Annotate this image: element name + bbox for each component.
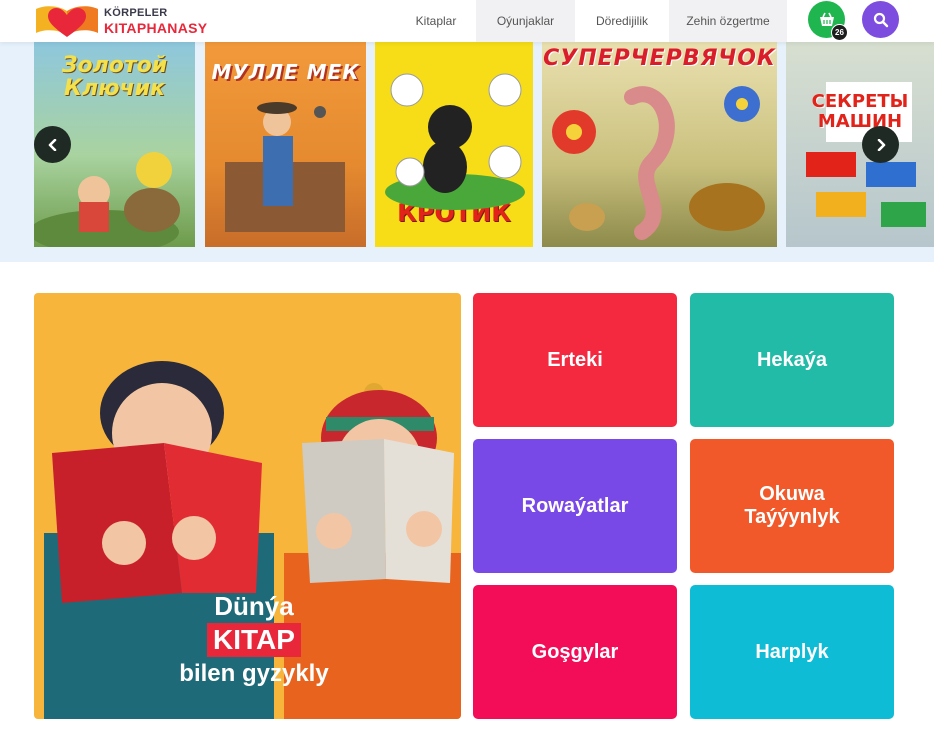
hero-banner[interactable]: Dünýa KITAP bilen gyzykly [34, 293, 461, 719]
cart-button[interactable]: 26 [808, 1, 848, 41]
nav-item-kitaplar[interactable]: Kitaplar [396, 0, 476, 42]
nav-item-doredijilik[interactable]: Döredijilik [575, 0, 669, 42]
hero-caption: Dünýa KITAP bilen gyzykly [174, 591, 334, 689]
hero-caption-highlight: KITAP [207, 623, 301, 657]
main-nav: Kitaplar Oýunjaklar Döredijilik Zehin öz… [396, 0, 787, 42]
basket-icon [819, 12, 834, 26]
category-tile-hekaya[interactable]: Hekaýa [690, 293, 894, 427]
hero-caption-line1: Dünýa [214, 591, 294, 621]
category-tile-gosgylar[interactable]: Goşgylar [473, 585, 677, 719]
carousel-prev-button[interactable] [34, 126, 71, 163]
book-cover[interactable]: МУЛЛЕ МЕК [205, 42, 366, 247]
book-cover[interactable]: СУПЕРЧЕРВЯЧОК [542, 42, 777, 247]
category-tile-harplyk[interactable]: Harplyk [690, 585, 894, 719]
site-logo[interactable]: KÖRPELER KITAPHANASY [34, 2, 207, 40]
search-button[interactable] [862, 1, 899, 38]
category-tile-rowayatlar[interactable]: Rowaýatlar [473, 439, 677, 573]
hero-caption-line3: bilen gyzykly [179, 660, 329, 687]
nav-item-oyunjaklar[interactable]: Oýunjaklar [476, 0, 575, 42]
search-icon [873, 12, 888, 27]
logo-text-top: KÖRPELER [104, 6, 168, 19]
category-tile-erteki[interactable]: Erteki [473, 293, 677, 427]
book-title: СЕКРЕТЫ МАШИН [811, 91, 909, 132]
book-carousel: Золотой Ключик МУЛЛЕ МЕК КРОТИК СУПЕРЧЕР… [0, 42, 934, 262]
category-tile-okuwa-tayynlyk[interactable]: Okuwa Taýýynlyk [690, 439, 894, 573]
cart-count-badge: 26 [831, 24, 848, 41]
book-illustration [552, 86, 765, 240]
carousel-next-button[interactable] [862, 126, 899, 163]
open-book-heart-icon [34, 3, 100, 39]
book-illustration [806, 82, 926, 227]
book-illustration [385, 73, 525, 210]
logo-text-bottom: KITAPHANASY [104, 19, 208, 36]
chevron-left-icon [48, 138, 56, 151]
nav-item-zehin-ozgertme[interactable]: Zehin özgertme [669, 0, 787, 42]
chevron-right-icon [877, 138, 885, 151]
book-cover[interactable]: КРОТИК [375, 42, 533, 247]
book-illustration [225, 102, 345, 232]
site-header: KÖRPELER KITAPHANASY Kitaplar Oýunjaklar… [0, 0, 934, 42]
book-cover[interactable]: СЕКРЕТЫ МАШИН [786, 42, 934, 247]
